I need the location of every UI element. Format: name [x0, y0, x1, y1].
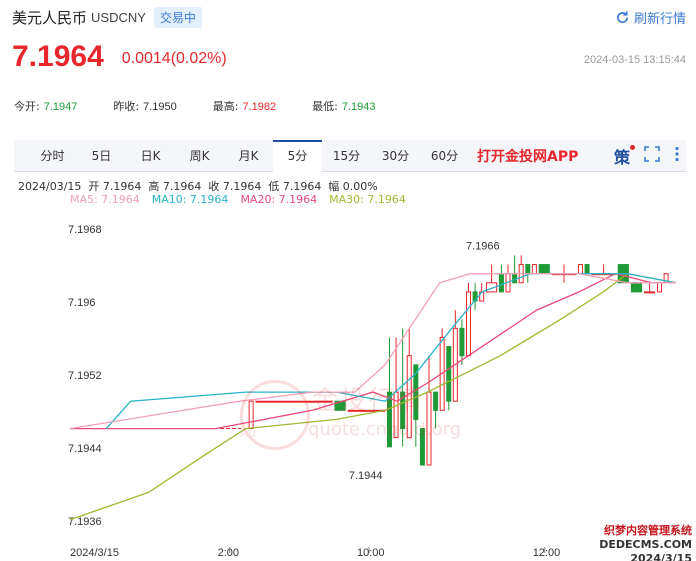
y-tick-label: 7.1944 — [68, 443, 102, 455]
stat-label: 最低: — [312, 100, 338, 113]
ma20-line — [70, 273, 676, 430]
candle-up — [657, 282, 663, 293]
candle-up — [644, 291, 656, 294]
stat-high: 最高: 7.1982 — [213, 98, 276, 114]
price-change: 0.0014(0.02%) — [121, 50, 227, 67]
low-annotation: 7.1944 — [349, 470, 383, 482]
corner-line-3: 2024/3/15 — [630, 552, 692, 561]
instrument-code: USDCNY — [91, 9, 146, 25]
candle-up — [577, 264, 583, 275]
refresh-label: 刷新行情 — [633, 12, 686, 27]
candle-down — [584, 264, 590, 275]
x-tick-label: 2:00 — [218, 547, 239, 559]
x-tick-label: 2024/3/15 — [70, 547, 119, 559]
stat-value: 7.1950 — [143, 101, 177, 113]
stat-label: 最高: — [212, 100, 239, 113]
strategy-button[interactable]: 策 — [614, 144, 636, 168]
stat-value: 7.1943 — [341, 101, 376, 113]
candle-up — [255, 400, 333, 403]
y-tick-label: 7.196 — [68, 297, 96, 309]
candle-down — [419, 428, 425, 466]
tab-timeshare[interactable]: 分时 — [28, 140, 77, 172]
candle-down — [498, 273, 504, 293]
stat-low: 最低: 7.1943 — [312, 98, 375, 114]
tab-30min[interactable]: 30分 — [371, 140, 420, 172]
stat-prev-close: 昨收: 7.1950 — [113, 98, 176, 114]
tab-daily-k[interactable]: 日K — [126, 140, 175, 172]
candle-down — [630, 282, 643, 293]
last-price: 7.1964 — [12, 40, 104, 73]
high-annotation: 7.1966 — [466, 240, 500, 252]
candle-down — [446, 346, 452, 402]
quote-stats: 今开: 7.1947 昨收: 7.1950 最高: 7.1982 最低: 7.1943 — [14, 98, 412, 114]
y-tick-label: 7.1968 — [68, 224, 102, 236]
x-tick-label: 12:00 — [533, 547, 561, 559]
tab-monthly-k[interactable]: 月K — [224, 140, 273, 172]
candle-up — [393, 391, 399, 439]
y-tick-label: 7.1952 — [68, 370, 102, 382]
instrument-name: 美元人民币 — [12, 8, 88, 27]
tab-15min[interactable]: 15分 — [322, 140, 371, 172]
tab-60min[interactable]: 60分 — [420, 140, 469, 172]
stat-value: 7.1947 — [43, 101, 78, 113]
chart-tools: 策 — [600, 140, 680, 172]
tab-weekly-k[interactable]: 周K — [175, 140, 224, 172]
trading-status-badge: 交易中 — [153, 6, 202, 28]
stat-label: 昨收: — [113, 100, 140, 113]
ma5-line — [69, 273, 676, 430]
corner-line-2: DEDECMS.COM — [599, 538, 692, 551]
candle-up — [466, 291, 472, 357]
candle-down — [386, 391, 392, 448]
corner-line-1: 织梦内容管理系统 — [604, 524, 692, 537]
period-tabs: 分时 5日 日K 周K 月K 5分 15分 30分 60分 打开金投网APP 策 — [14, 139, 686, 172]
refresh-button[interactable]: 刷新行情 — [615, 8, 686, 27]
more-vertical-icon[interactable] — [674, 146, 680, 166]
tab-5day[interactable]: 5日 — [77, 140, 126, 172]
fullscreen-icon[interactable] — [644, 146, 660, 166]
candlestick-chart[interactable]: 7.1968 7.196 7.1952 7.1944 7.1936 2024/3/15 2:… — [0, 205, 696, 561]
quote-header: 美元人民币 USDCNY 交易中 刷新行情 — [12, 6, 686, 28]
ma30-line — [69, 273, 677, 521]
candle-down — [433, 391, 439, 411]
stat-label: 今开: — [14, 100, 40, 113]
candle-down — [538, 264, 550, 275]
stat-value: 7.1982 — [242, 101, 277, 113]
candle-down — [459, 327, 465, 357]
x-tick-label: 10:00 — [357, 547, 385, 559]
refresh-icon — [617, 11, 629, 24]
candle-up — [406, 355, 412, 439]
candle-info-line: 2024/03/15 开 7.1964 高 7.1964 收 7.1964 低 … — [18, 180, 378, 193]
candle-up — [531, 264, 537, 275]
candle-up — [248, 400, 254, 430]
candle-up — [426, 391, 432, 466]
open-app-link[interactable]: 打开金投网APP — [477, 146, 578, 166]
candle-down — [512, 273, 518, 284]
candle-down — [525, 264, 531, 275]
stat-open: 今开: 7.1947 — [14, 98, 77, 114]
price-row: 7.1964 0.0014(0.02%) 2024-03-15 13:15:44 — [12, 34, 686, 74]
corner-overlay: 织梦内容管理系统 DEDECMS.COM 2024/3/15 — [599, 524, 692, 561]
y-tick-label: 7.1936 — [68, 516, 102, 528]
tab-5min[interactable]: 5分 — [273, 139, 322, 172]
quote-timestamp: 2024-03-15 13:15:44 — [583, 54, 686, 66]
